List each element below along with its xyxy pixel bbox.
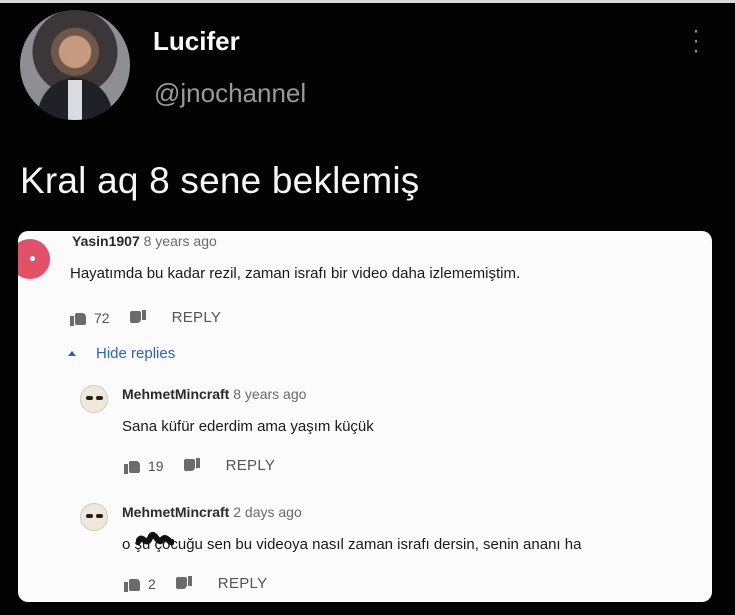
profile-avatar[interactable] <box>20 10 130 120</box>
like-count: 72 <box>94 309 110 326</box>
reply-meta: MehmetMincraft 8 years ago <box>122 386 306 402</box>
dislike-icon[interactable] <box>183 457 202 474</box>
caret-up-icon <box>68 351 76 356</box>
tweet-text: Kral aq 8 sene beklemiş <box>20 160 420 201</box>
reply-meta: MehmetMincraft 2 days ago <box>122 504 302 520</box>
reply-text: o şu çocuğu sen bu videoya nasıl zaman i… <box>122 536 582 553</box>
hide-replies-button[interactable]: Hide replies <box>68 345 175 362</box>
like-icon[interactable] <box>124 458 142 474</box>
comment-screenshot-card: Yasin1907 8 years ago Hayatımda bu kadar… <box>18 231 712 602</box>
user-handle[interactable]: @jnochannel <box>154 78 306 109</box>
reply-time: 8 years ago <box>233 386 307 402</box>
like-icon[interactable] <box>124 576 142 592</box>
reply-author[interactable]: MehmetMincraft <box>122 504 229 520</box>
dislike-icon[interactable] <box>175 575 194 592</box>
tweet: Lucifer @jnochannel · · · Kral aq 8 sene b… <box>0 0 735 615</box>
commenter-avatar <box>18 239 50 279</box>
comment-actions: 72 REPLY <box>70 309 221 326</box>
comment-time: 8 years ago <box>143 233 217 249</box>
comment-meta: Yasin1907 8 years ago <box>72 233 217 249</box>
reply-button[interactable]: REPLY <box>172 309 222 326</box>
dislike-icon[interactable] <box>129 309 148 326</box>
like-count: 19 <box>148 457 164 474</box>
reply-time: 2 days ago <box>233 504 302 520</box>
like-icon[interactable] <box>70 310 88 326</box>
scribble-censor <box>136 531 174 546</box>
reply-button[interactable]: REPLY <box>226 457 276 474</box>
reply-button[interactable]: REPLY <box>218 575 268 592</box>
avatar-shirt <box>68 80 82 120</box>
top-divider <box>0 0 735 3</box>
comment-author[interactable]: Yasin1907 <box>72 233 140 249</box>
reply-actions: 2 REPLY <box>124 575 267 592</box>
reply-avatar <box>80 503 108 531</box>
reply-author[interactable]: MehmetMincraft <box>122 386 229 402</box>
comment-text: Hayatımda bu kadar rezil, zaman israfı b… <box>70 265 521 282</box>
more-vertical-icon[interactable]: · · · <box>686 19 706 63</box>
display-name[interactable]: Lucifer <box>153 26 240 57</box>
reply-text: Sana küfür ederdim ama yaşım küçük <box>122 418 374 435</box>
reply-actions: 19 REPLY <box>124 457 275 474</box>
like-count: 2 <box>148 575 156 592</box>
hide-replies-label: Hide replies <box>96 345 176 362</box>
reply-avatar <box>80 385 108 413</box>
